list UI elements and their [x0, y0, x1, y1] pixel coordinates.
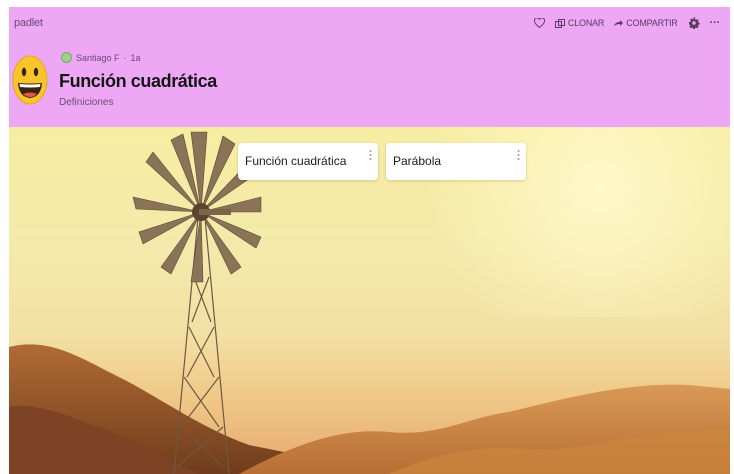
board-header: padlet CLONAR COMPARTIR ··· Santiago F ·…	[9, 7, 730, 127]
emoji-avatar	[12, 55, 48, 105]
share-button[interactable]: COMPARTIR	[614, 18, 678, 28]
like-button[interactable]	[533, 18, 545, 28]
post-meta: Santiago F · 1a	[61, 52, 141, 63]
padlet-logo[interactable]: padlet	[14, 17, 43, 29]
more-horizontal-icon: ···	[709, 17, 721, 29]
gear-icon	[688, 17, 700, 29]
board-canvas: Función cuadrática Parábola	[9, 127, 730, 474]
author-name[interactable]: Santiago F	[76, 53, 120, 63]
heart-icon	[533, 18, 545, 28]
clone-label: CLONAR	[567, 18, 605, 28]
share-icon	[614, 19, 624, 26]
settings-button[interactable]	[688, 17, 700, 29]
clone-button[interactable]: CLONAR	[554, 18, 605, 28]
meta-separator: ·	[123, 52, 127, 63]
post-card[interactable]: Parábola	[386, 143, 526, 180]
page-subtitle: Definiciones	[59, 97, 114, 108]
kebab-menu-icon[interactable]	[369, 149, 372, 163]
clone-icon	[554, 18, 565, 28]
page-title: Función cuadrática	[59, 71, 217, 91]
post-card[interactable]: Función cuadrática	[238, 143, 378, 180]
more-options-button[interactable]: ···	[709, 17, 721, 29]
post-age: 1a	[130, 52, 141, 63]
author-avatar	[61, 52, 72, 63]
post-card-title: Función cuadrática	[245, 154, 347, 168]
share-label: COMPARTIR	[626, 18, 678, 28]
padlet-board: padlet CLONAR COMPARTIR ··· Santiago F ·…	[9, 7, 730, 474]
header-actions: CLONAR COMPARTIR ···	[533, 17, 721, 29]
post-card-title: Parábola	[393, 154, 442, 168]
kebab-menu-icon[interactable]	[517, 149, 520, 163]
